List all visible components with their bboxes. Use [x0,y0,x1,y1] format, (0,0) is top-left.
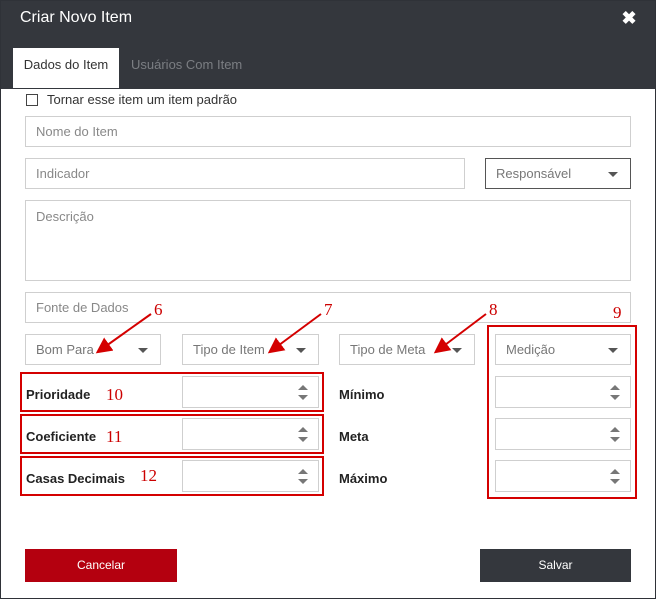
default-item-checkbox-label: Tornar esse item um item padrão [47,92,238,107]
chevron-down-icon [608,172,618,177]
annotation-number-11: 11 [106,427,123,446]
minimo-label: Mínimo [339,387,385,402]
save-button[interactable]: Salvar [480,549,631,582]
annotation-number-12: 12 [140,466,157,485]
chevron-down-icon [138,348,148,353]
create-item-modal: Criar Novo Item ✖ Dados do Item Usuários… [0,0,656,599]
maximo-label: Máximo [339,471,388,486]
tab-usuarios-com-item[interactable]: Usuários Com Item [131,48,242,88]
tipo-meta-select[interactable]: Tipo de Meta [339,334,475,365]
chevron-down-icon [452,348,462,353]
default-item-checkbox[interactable] [26,94,38,106]
chevron-down-icon [296,348,306,353]
tipo-meta-select-value: Tipo de Meta [350,342,426,357]
cancel-button[interactable]: Cancelar [25,549,177,582]
item-name-input[interactable]: Nome do Item [25,116,631,147]
annotation-box-medicao [487,325,637,499]
modal-header: Criar Novo Item ✖ Dados do Item Usuários… [1,1,655,89]
annotation-box-coeficiente [20,414,324,454]
annotation-box-casas-decimais [20,456,324,496]
bom-para-select-value: Bom Para [36,342,94,357]
annotation-number-9: 9 [613,303,622,322]
responsible-select-value: Responsável [496,166,572,181]
annotation-number-6: 6 [154,300,163,319]
annotation-number-8: 8 [489,300,498,319]
description-textarea[interactable]: Descrição [25,200,631,281]
meta-label: Meta [339,429,369,444]
annotation-number-7: 7 [324,300,333,319]
close-icon[interactable]: ✖ [621,9,637,27]
bom-para-select[interactable]: Bom Para [25,334,161,365]
tipo-item-select[interactable]: Tipo de Item [182,334,319,365]
modal-title: Criar Novo Item [20,9,133,26]
responsible-select[interactable]: Responsável [485,158,631,189]
tab-dados-do-item[interactable]: Dados do Item [13,48,119,88]
tipo-item-select-value: Tipo de Item [193,342,265,357]
annotation-number-10: 10 [106,385,123,404]
annotation-box-prioridade [20,372,324,412]
indicator-input[interactable]: Indicador [25,158,465,189]
